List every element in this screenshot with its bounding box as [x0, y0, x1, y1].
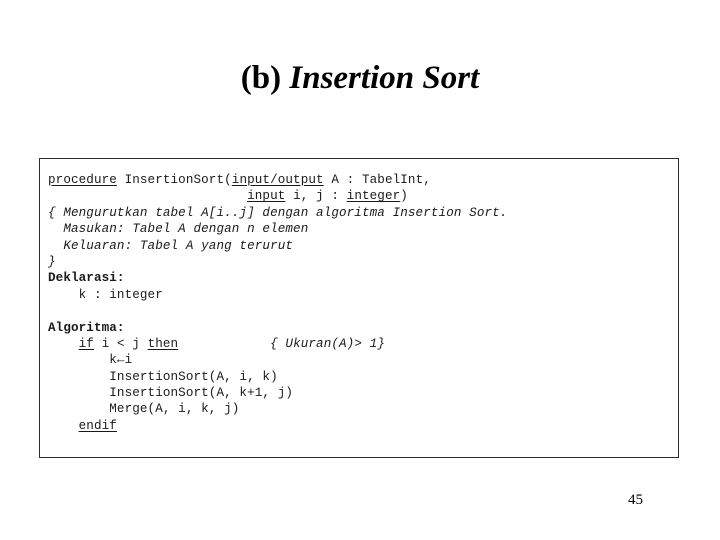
code-keyword: integer — [346, 189, 401, 204]
code-keyword: procedure — [48, 173, 117, 187]
code-text: InsertionSort(A, k+1, j) — [48, 386, 294, 401]
code-text: A : TabelInt, — [323, 173, 431, 187]
code-line: Merge(A, i, k, j) — [48, 401, 674, 417]
code-line: k←i — [48, 352, 674, 368]
code-line: endif — [48, 418, 674, 434]
code-comment: } — [48, 254, 56, 269]
code-line: Keluaran: Tabel A yang terurut — [48, 238, 674, 254]
code-line: input i, j : integer) — [48, 188, 674, 204]
code-comment: Keluaran: Tabel A yang terurut — [48, 238, 294, 253]
page-title-main: Insertion Sort — [289, 60, 480, 96]
page-title: (b) Insertion Sort — [0, 58, 720, 98]
pseudocode-box: procedure InsertionSort(input/output A :… — [39, 158, 679, 458]
code-line: Deklarasi: — [48, 270, 674, 286]
code-text: i, j : — [285, 189, 347, 204]
code-text: k : integer — [48, 287, 163, 302]
page-number: 45 — [628, 492, 643, 508]
code-keyword: if — [78, 336, 94, 351]
code-keyword: endif — [78, 418, 117, 433]
code-keyword: input — [247, 189, 286, 204]
code-text: k←i — [48, 353, 133, 368]
code-text: ) — [400, 189, 408, 204]
code-line: InsertionSort(A, k+1, j) — [48, 385, 674, 401]
code-line: if i < j then { Ukuran(A)> 1} — [48, 336, 674, 352]
code-comment: { Ukuran(A)> 1} — [270, 336, 385, 351]
pseudocode-listing: procedure InsertionSort(input/output A :… — [48, 172, 674, 434]
code-text: Merge(A, i, k, j) — [48, 402, 240, 417]
code-comment: Masukan: Tabel A dengan n elemen — [48, 222, 309, 237]
code-text: i < j — [93, 336, 148, 351]
slide-canvas: (b) Insertion Sort procedure InsertionSo… — [0, 0, 720, 540]
code-line: Masukan: Tabel A dengan n elemen — [48, 221, 674, 237]
code-line: } — [48, 254, 674, 270]
code-line: procedure InsertionSort(input/output A :… — [48, 172, 674, 188]
code-keyword: input/output — [231, 173, 324, 187]
code-line: InsertionSort(A, i, k) — [48, 369, 674, 385]
code-line: { Mengurutkan tabel A[i..j] dengan algor… — [48, 205, 674, 221]
code-line: Algoritma: — [48, 320, 674, 336]
code-section-label: Algoritma: — [48, 320, 125, 335]
code-line: k : integer — [48, 287, 674, 303]
code-text: InsertionSort( — [116, 173, 232, 187]
code-keyword: then — [147, 336, 179, 351]
page-title-prefix: (b) — [240, 60, 290, 96]
code-comment: { Mengurutkan tabel A[i..j] dengan algor… — [48, 205, 508, 220]
code-text: InsertionSort(A, i, k) — [48, 369, 278, 384]
code-section-label: Deklarasi: — [48, 271, 125, 286]
